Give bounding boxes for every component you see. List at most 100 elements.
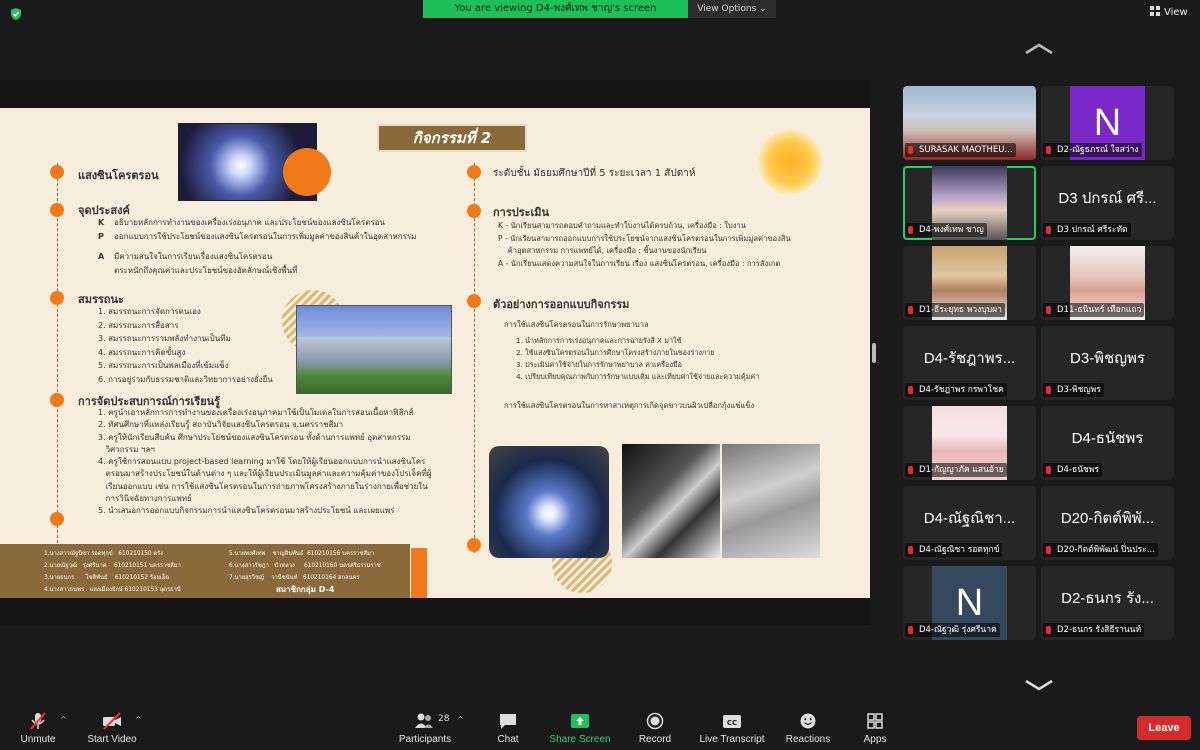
participant-name-label: D2-ณัฐธภรณ์ ใจสว่าง (1043, 143, 1142, 157)
timeline-dot (50, 512, 64, 526)
participant-tile[interactable]: D3-พิชญพร D3-พิชญพร (1041, 326, 1174, 400)
objective-text: อธิบายหลักการทำงานของเครื่องเร่งอนุภาค แ… (114, 218, 386, 227)
competency-item: 4. สมรรถนะการคิดขั้นสูง (98, 347, 186, 357)
xray-shoulder-image (622, 444, 720, 558)
view-button[interactable]: View (1150, 6, 1188, 18)
record-button[interactable]: Record (612, 705, 698, 750)
objective-key: A (98, 252, 105, 261)
topic-heading: แสงซินโครตรอน (78, 169, 159, 182)
chevron-down-icon: ⌄ (759, 4, 767, 14)
leave-button[interactable]: Leave (1137, 716, 1191, 740)
participant-tile[interactable]: D4-พงศ์เทพ ชาญ (903, 166, 1036, 240)
audio-options-caret[interactable]: ^ (60, 715, 67, 724)
example-subheading: การใช้แสงซินโครตรอนในการรักษาพยาบาล (504, 320, 649, 329)
objective-item: A มีความสนใจในการเรียนเรื่องแสงซินโครตรอน (98, 251, 416, 263)
participant-tile[interactable]: D4-ณัฐณิชา... D4-ณัฐณิชา รอดทุกข์ (903, 486, 1036, 560)
objective-item: P ออกแบบการใช้ประโยชน์ของแสงซินโครตรอนในก… (98, 231, 416, 243)
view-options-button[interactable]: View Options ⌄ (688, 0, 776, 18)
objectives-list: K อธิบายหลักการทำงานของเครื่องเร่งอนุภาค … (98, 217, 416, 279)
live-transcript-button[interactable]: CC Live Transcript (689, 705, 775, 750)
top-bar: You are viewing D4-พงศ์เทพ ชาญ's screen … (0, 0, 1200, 28)
participant-name-label: D1-ธีระยุทธ พวงบุบผา (905, 303, 1005, 317)
gallery-scroll-up[interactable] (1024, 40, 1054, 59)
resize-handle[interactable] (872, 343, 876, 363)
record-icon (646, 712, 664, 730)
start-video-button[interactable]: Start Video (69, 705, 155, 750)
gallery-scroll-down[interactable] (1024, 676, 1054, 695)
participant-tile[interactable]: N D4-ณัฐวุฒิ รุ่งศรีนาค (903, 566, 1036, 640)
shared-screen: กิจกรรมที่ 2 แสงซินโครตรอน จุดประสงค์ Kอ… (0, 80, 870, 625)
presentation-slide: กิจกรรมที่ 2 แสงซินโครตรอน จุดประสงค์ Kอ… (0, 108, 870, 598)
timeline-dot (50, 393, 64, 407)
competency-item: 3. สมรรถนะการรวมพลังทำงานเป็นทีม (98, 334, 231, 343)
view-label: View (1164, 7, 1188, 18)
grid-view-icon (1150, 6, 1160, 16)
live-transcript-label: Live Transcript (699, 734, 765, 745)
level-text: ระดับชั้น มัธยมศึกษาปีที่ 5 ระยะเวลา 1 ส… (493, 168, 696, 179)
assessment-item: K - นักเรียนสามารถตอบคำถามและทำใบงานได้ค… (498, 221, 746, 230)
participant-name-label: SURASAK MAOTHEU... (905, 143, 1016, 157)
participants-options-caret[interactable]: ^ (457, 715, 464, 724)
example-heading: ตัวอย่างการออกแบบกิจกรรม (493, 298, 630, 311)
objective-item: K อธิบายหลักการทำงานของเครื่องเร่งอนุภาค … (98, 217, 416, 229)
example-item: 2. ใช้แสงซินโครตรอนในการศึกษาโครงสร้างภา… (516, 348, 715, 357)
participant-tile[interactable]: D11-ธนินทร์ เทือกแถว (1041, 246, 1174, 320)
participants-button[interactable]: 28 Participants (382, 705, 468, 750)
microphone-muted-icon (30, 712, 46, 730)
participant-name-label: D4-ธนัชพร (1043, 463, 1102, 477)
institute-building-image (296, 305, 452, 394)
participants-icon (415, 713, 433, 728)
security-shield-icon[interactable] (9, 7, 23, 21)
apps-label: Apps (863, 734, 887, 745)
example-item: 4. เปรียบเทียบคุณภาพกับการรักษาแบบเดิม แ… (516, 372, 760, 381)
chat-bubble-icon (500, 714, 516, 729)
participant-display-name: D2-ธนกร รัง... (1061, 590, 1154, 607)
participant-tile[interactable]: D20-กิตต์พิพั... D20-กิตต์พิพัฒน์ ปิ่นประ… (1041, 486, 1174, 560)
chevron-down-icon (1025, 679, 1053, 691)
example-list: 1. นำหลักการการเร่งอนุภาคและการฉายรังสี … (516, 335, 759, 383)
participant-display-name: D20-กิตต์พิพั... (1060, 510, 1155, 527)
learning-item: 3. ครูให้นักเรียนสืบค้น ศึกษาประโยชน์ของ… (98, 432, 411, 442)
chevron-up-icon (1025, 43, 1053, 55)
participant-tile[interactable]: D1-ธีระยุทธ พวงบุบผา (903, 246, 1036, 320)
timeline-dot (467, 204, 481, 218)
svg-text:CC: CC (727, 719, 737, 727)
participant-name-label: D4-ณัฐณิชา รอดทุกข์ (905, 543, 1003, 557)
participant-tile[interactable]: D4-รัชฎาพร... D4-รัชฎาพร กรพาโชค (903, 326, 1036, 400)
apps-icon (867, 713, 883, 729)
objective-item: ตระหนักถึงคุณค่าและประโยชน์ของอัตลักษณ์เ… (98, 265, 416, 277)
learning-item: เรียนออกแบบ เช่น การใช้แสงซินโครตรอนในกา… (98, 481, 428, 491)
record-label: Record (638, 734, 672, 745)
objective-key: P (98, 232, 104, 241)
learning-item: 4. ครูใช้การสอนแบบ project-based learnin… (98, 457, 426, 467)
member-item: 1.นางสาวณัฐนิชา รอดทุกข์ 610210150 ตรัง (44, 551, 164, 557)
share-screen-button[interactable]: Share Screen (537, 705, 623, 750)
participant-name-label: D3-พิชญพร (1043, 383, 1104, 397)
meeting-toolbar: Unmute ^ Start Video ^ 28 Participants ^… (0, 705, 1200, 750)
participant-name-label: D2-ธนกร รังสิธีรานนท์ (1043, 623, 1145, 637)
participant-display-name: D3-พิชญพร (1070, 350, 1145, 367)
assessment-heading: การประเมิน (493, 206, 550, 219)
assessment-item: ค้าอุตสาหกรรม การแพทย์ได้, เครื่องมือ : … (498, 246, 707, 256)
right-timeline-line (474, 163, 476, 553)
member-item: 3.นายธนกร โชติพันธ์ 610210152 ร้อยเอ็ด (44, 575, 170, 581)
participant-tile[interactable]: N D2-ณัฐธภรณ์ ใจสว่าง (1041, 86, 1174, 160)
participant-tile[interactable]: D3 ปกรณ์ ศรี... D3 ปกรณ์ ศรีระทัต (1041, 166, 1174, 240)
participant-tile[interactable]: D2-ธนกร รัง... D2-ธนกร รังสิธีรานนท์ (1041, 566, 1174, 640)
participant-tile[interactable]: SURASAK MAOTHEU... (903, 86, 1036, 160)
synchrotron-light-image (489, 446, 609, 558)
video-options-caret[interactable]: ^ (135, 715, 142, 724)
participant-display-name: D4-ณัฐณิชา... (923, 510, 1016, 527)
participant-tile[interactable]: D1-กัญญาภัค แสนอ้าย (903, 406, 1036, 480)
slide-title: กิจกรรมที่ 2 (377, 124, 527, 152)
participant-tile[interactable]: D4-ธนัชพร D4-ธนัชพร (1041, 406, 1174, 480)
participant-display-name: D4-ธนัชพร (1071, 430, 1144, 447)
participant-name-label: D3 ปกรณ์ ศรีระทัต (1043, 223, 1131, 237)
participants-label: Participants (398, 734, 452, 745)
xray-shrimp-image (722, 444, 820, 558)
decor-orange-bar (411, 548, 427, 598)
learning-item: 2. ทัศนศึกษาที่แหล่งเรียนรู้ สถาบันวิจัย… (98, 420, 344, 430)
assessment-item: A - นักเรียนแสดงความสนใจในการเรียน เรื่อ… (498, 258, 781, 268)
apps-button[interactable]: Apps (832, 705, 918, 750)
objective-text: ออกแบบการใช้ประโยชน์ของแสงซินโครตรอนในกา… (114, 232, 417, 241)
